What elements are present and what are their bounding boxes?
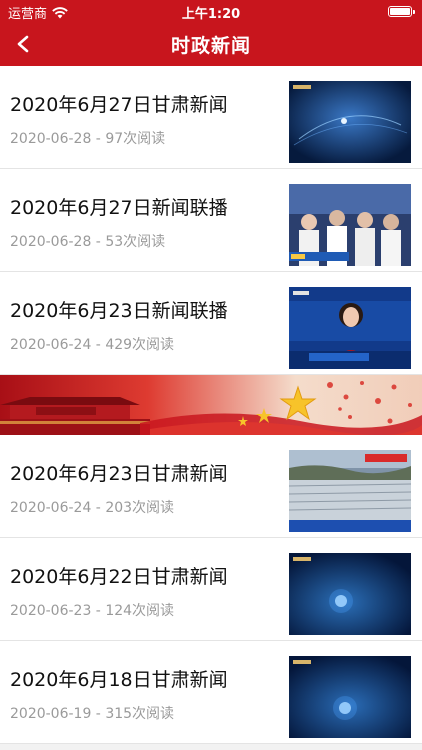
news-title: 2020年6月22日甘肃新闻 [10,566,228,588]
news-item[interactable]: 2020年6月23日甘肃新闻 2020-06-24 - 203次阅读 [0,435,422,538]
news-item[interactable]: 2020年6月18日甘肃新闻 2020-06-19 - 315次阅读 [0,641,422,744]
news-thumbnail [289,287,411,369]
promo-banner[interactable] [0,375,422,435]
news-list: 2020年6月27日甘肃新闻 2020-06-28 - 97次阅读 2020年6… [0,66,422,744]
page-title: 时政新闻 [170,35,251,57]
news-meta: 2020-06-19 - 315次阅读 [10,706,175,722]
news-item[interactable]: 2020年6月27日新闻联播 2020-06-28 - 53次阅读 [0,169,422,272]
news-meta: 2020-06-24 - 203次阅读 [10,500,175,516]
news-thumbnail [289,553,411,635]
news-meta: 2020-06-28 - 97次阅读 [10,131,166,147]
news-meta: 2020-06-28 - 53次阅读 [10,234,166,250]
news-thumbnail [289,656,411,738]
news-title: 2020年6月18日甘肃新闻 [10,669,228,691]
news-thumbnail [289,450,411,532]
news-meta: 2020-06-24 - 429次阅读 [10,337,175,353]
news-title: 2020年6月23日新闻联播 [10,300,228,322]
battery-icon [388,6,415,17]
news-title: 2020年6月23日甘肃新闻 [10,463,228,485]
news-item[interactable]: 2020年6月27日甘肃新闻 2020-06-28 - 97次阅读 [0,66,422,169]
news-title: 2020年6月27日新闻联播 [10,197,228,219]
news-item[interactable]: 2020年6月23日新闻联播 2020-06-24 - 429次阅读 [0,272,422,375]
news-title: 2020年6月27日甘肃新闻 [10,94,228,116]
news-thumbnail [289,184,411,266]
status-bar: 运营商 上午1:20 [0,0,422,22]
header: 运营商 上午1:20 时政新闻 [0,0,422,66]
nav-bar: 时政新闻 [0,22,422,66]
news-thumbnail [289,81,411,163]
status-time: 上午1:20 [181,7,241,22]
news-item[interactable]: 2020年6月22日甘肃新闻 2020-06-23 - 124次阅读 [0,538,422,641]
gate-tower-illustration [0,397,150,435]
news-meta: 2020-06-23 - 124次阅读 [10,603,175,619]
